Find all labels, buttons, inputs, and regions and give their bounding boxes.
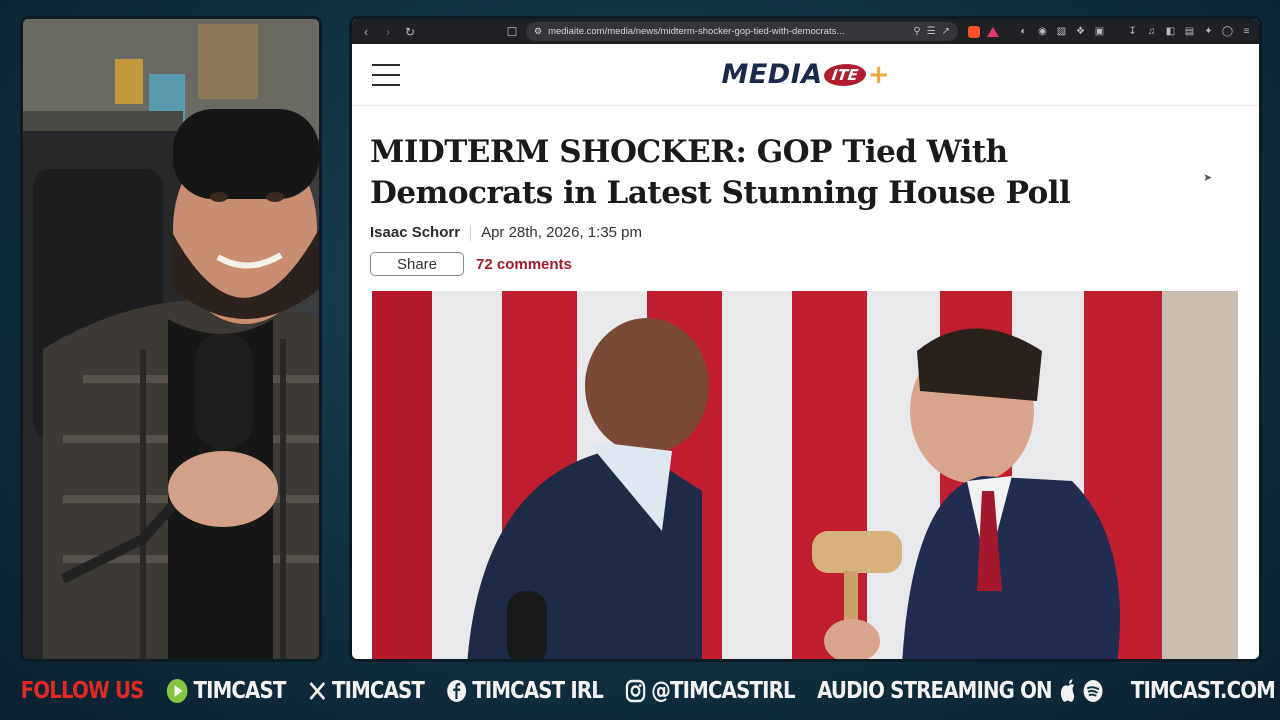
bookmark-icon[interactable]: ☐ (504, 24, 520, 40)
social-footer: FOLLOW US TIMCAST TIMCAST TIMCAST IRL @T… (0, 662, 1276, 720)
extension-icon[interactable]: ◐ (1017, 24, 1030, 40)
x-logo-icon (308, 680, 327, 702)
facebook-link[interactable]: TIMCAST IRL (446, 678, 604, 704)
sidebar-icon[interactable]: ◧ (1164, 24, 1177, 40)
menu-icon[interactable]: ≡ (1240, 24, 1253, 40)
rumble-icon (166, 678, 188, 704)
browser-window: ‹ › ↻ ☐ ⚙ mediaite.com/media/news/midter… (349, 16, 1262, 662)
puzzle-icon[interactable]: ❖ (1074, 24, 1087, 40)
byline: Isaac Schorr Apr 28th, 2026, 1:35 pm (370, 224, 1241, 241)
website-link[interactable]: TIMCAST.COM (1131, 678, 1276, 704)
article-hero-image (372, 291, 1238, 659)
byline-divider (470, 224, 472, 241)
publish-date: Apr 28th, 2026, 1:35 pm (481, 224, 643, 241)
x-link[interactable]: TIMCAST (308, 678, 425, 704)
author-name[interactable]: Isaac Schorr (370, 224, 460, 241)
vpn-shield-icon[interactable]: ◯ (1221, 24, 1234, 40)
x-handle: TIMCAST (331, 678, 425, 704)
article-headline: MIDTERM SHOCKER: GOP Tied With Democrats… (370, 134, 1071, 211)
mouse-cursor: ➤ (1203, 172, 1213, 184)
rumble-link[interactable]: TIMCAST (166, 678, 286, 704)
brave-rewards-icon[interactable] (987, 26, 999, 37)
audio-streaming-label: AUDIO STREAMING ON (817, 678, 1053, 704)
sparkle-icon[interactable]: ✦ (1202, 24, 1215, 40)
reader-icon[interactable]: ☰ (927, 26, 936, 37)
extension-icon[interactable]: ◉ (1036, 24, 1049, 40)
audio-streaming: AUDIO STREAMING ON (817, 678, 1108, 704)
forward-icon[interactable]: › (380, 24, 396, 40)
article: MIDTERM SHOCKER: GOP Tied With Democrats… (352, 132, 1259, 276)
article-actions: Share 72 comments (370, 252, 1241, 276)
follow-us-label: FOLLOW US (20, 678, 145, 704)
facebook-handle: TIMCAST IRL (472, 678, 604, 704)
mediaite-logo[interactable]: MEDIA ITE + (721, 59, 889, 90)
back-icon[interactable]: ‹ (358, 24, 374, 40)
wallet-icon[interactable]: ▤ (1183, 24, 1196, 40)
download-icon[interactable]: ↧ (1126, 24, 1139, 40)
instagram-icon (625, 679, 646, 703)
extension-icon[interactable]: ▣ (1093, 24, 1106, 40)
share-button[interactable]: Share (370, 252, 464, 276)
address-bar[interactable]: ⚙ mediaite.com/media/news/midterm-shocke… (526, 22, 958, 41)
zoom-icon[interactable]: ⚲ (913, 26, 920, 37)
extension-icon[interactable]: ▧ (1055, 24, 1068, 40)
instagram-handle: @TIMCASTIRL (651, 678, 795, 704)
site-info-icon[interactable]: ⚙ (534, 26, 542, 37)
site-header: MEDIA ITE + (352, 44, 1259, 106)
share-page-icon[interactable]: ↗ (942, 26, 950, 37)
facebook-icon (446, 679, 467, 703)
browser-toolbar: ‹ › ↻ ☐ ⚙ mediaite.com/media/news/midter… (352, 19, 1259, 44)
spotify-icon[interactable] (1083, 679, 1104, 703)
apple-icon[interactable] (1059, 678, 1078, 704)
comments-link[interactable]: 72 comments (476, 256, 572, 273)
webcam-feed (20, 16, 322, 662)
address-bar-url: mediaite.com/media/news/midterm-shocker-… (548, 26, 845, 37)
instagram-link[interactable]: @TIMCASTIRL (625, 678, 796, 704)
hamburger-menu-icon[interactable] (372, 64, 400, 86)
music-icon[interactable]: ♫ (1145, 24, 1158, 40)
rumble-handle: TIMCAST (193, 678, 286, 704)
reload-icon[interactable]: ↻ (402, 24, 418, 40)
brave-shield-icon[interactable] (968, 25, 980, 38)
